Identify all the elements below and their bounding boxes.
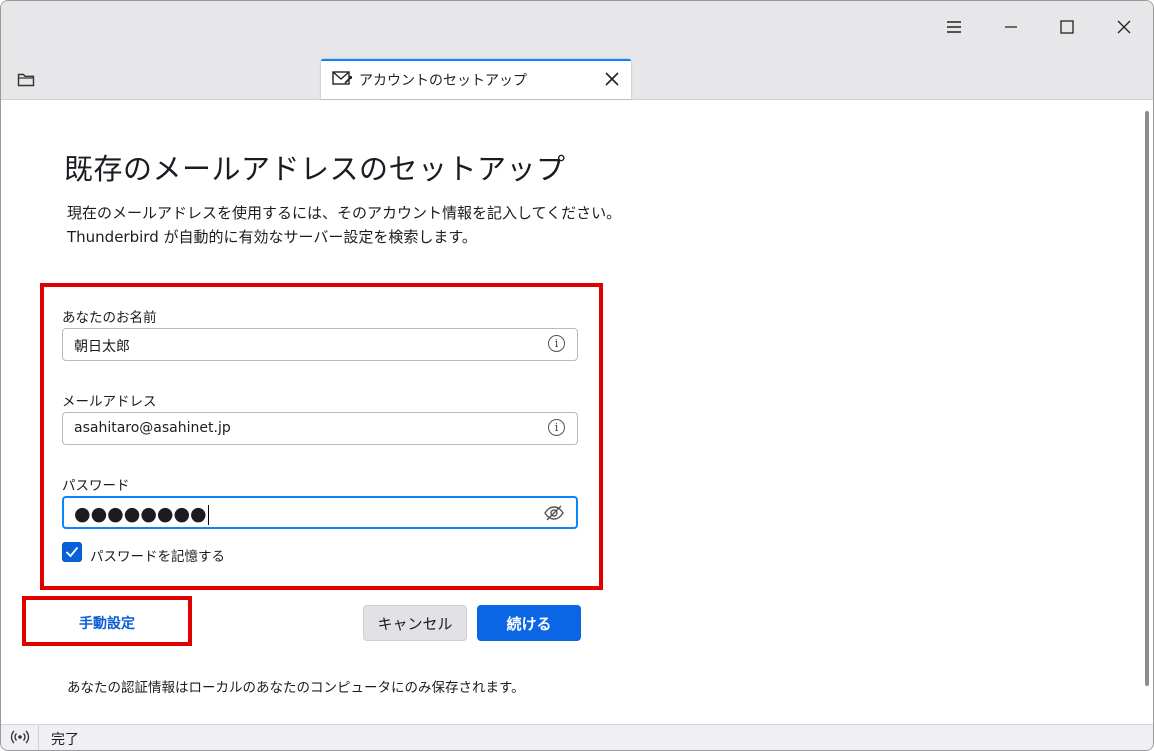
tab-account-setup[interactable]: アカウントのセットアップ	[321, 59, 631, 99]
password-value: ●●●●●●●●	[74, 503, 207, 525]
remember-password-label[interactable]: パスワードを記憶する	[90, 545, 225, 565]
page-title: 既存のメールアドレスのセットアップ	[64, 152, 566, 186]
password-label: パスワード	[62, 478, 130, 494]
name-field[interactable]: 朝日太郎 i	[62, 328, 578, 361]
title-bar	[1, 1, 1153, 53]
email-value: asahitaro@asahinet.jp	[74, 420, 231, 436]
tab-close-icon[interactable]	[605, 66, 619, 91]
broadcast-icon[interactable]	[10, 728, 30, 750]
manual-setup-button[interactable]: 手動設定	[29, 605, 185, 641]
tab-bar: アカウントのセットアップ	[1, 53, 1153, 100]
password-field[interactable]: ●●●●●●●●	[62, 496, 578, 529]
name-label: あなたのお名前	[62, 310, 157, 326]
close-icon[interactable]	[1101, 9, 1147, 45]
name-value: 朝日太郎	[74, 339, 130, 355]
email-field[interactable]: asahitaro@asahinet.jp i	[62, 412, 578, 445]
description-line-2: Thunderbird が自動的に有効なサーバー設定を検索します。	[67, 228, 477, 246]
hamburger-icon[interactable]	[931, 9, 977, 45]
tab-label: アカウントのセットアップ	[359, 73, 527, 89]
eye-slash-icon[interactable]	[543, 504, 565, 522]
info-icon[interactable]: i	[548, 419, 565, 436]
folder-icon[interactable]	[11, 67, 41, 91]
minimize-icon[interactable]	[988, 9, 1034, 45]
text-caret	[207, 504, 209, 525]
status-divider	[38, 725, 39, 750]
scrollbar[interactable]	[1145, 111, 1149, 686]
account-setup-page: 既存のメールアドレスのセットアップ 現在のメールアドレスを使用するには、そのアカ…	[1, 100, 1141, 724]
app-window: アカウントのセットアップ 既存のメールアドレスのセットアップ 現在のメールアドレ…	[0, 0, 1154, 751]
mail-setup-icon	[331, 69, 353, 89]
status-text: 完了	[51, 732, 79, 748]
maximize-icon[interactable]	[1044, 9, 1090, 45]
checkmark-icon	[65, 546, 79, 558]
continue-button[interactable]: 続ける	[477, 605, 581, 641]
description-line-1: 現在のメールアドレスを使用するには、そのアカウント情報を記入してください。	[67, 204, 622, 222]
email-label: メールアドレス	[62, 394, 157, 410]
cancel-button[interactable]: キャンセル	[363, 605, 467, 641]
remember-password-checkbox[interactable]	[62, 542, 82, 562]
info-icon[interactable]: i	[548, 335, 565, 352]
status-bar: 完了	[1, 724, 1153, 750]
credentials-note: あなたの認証情報はローカルのあなたのコンピュータにのみ保存されます。	[67, 680, 525, 696]
